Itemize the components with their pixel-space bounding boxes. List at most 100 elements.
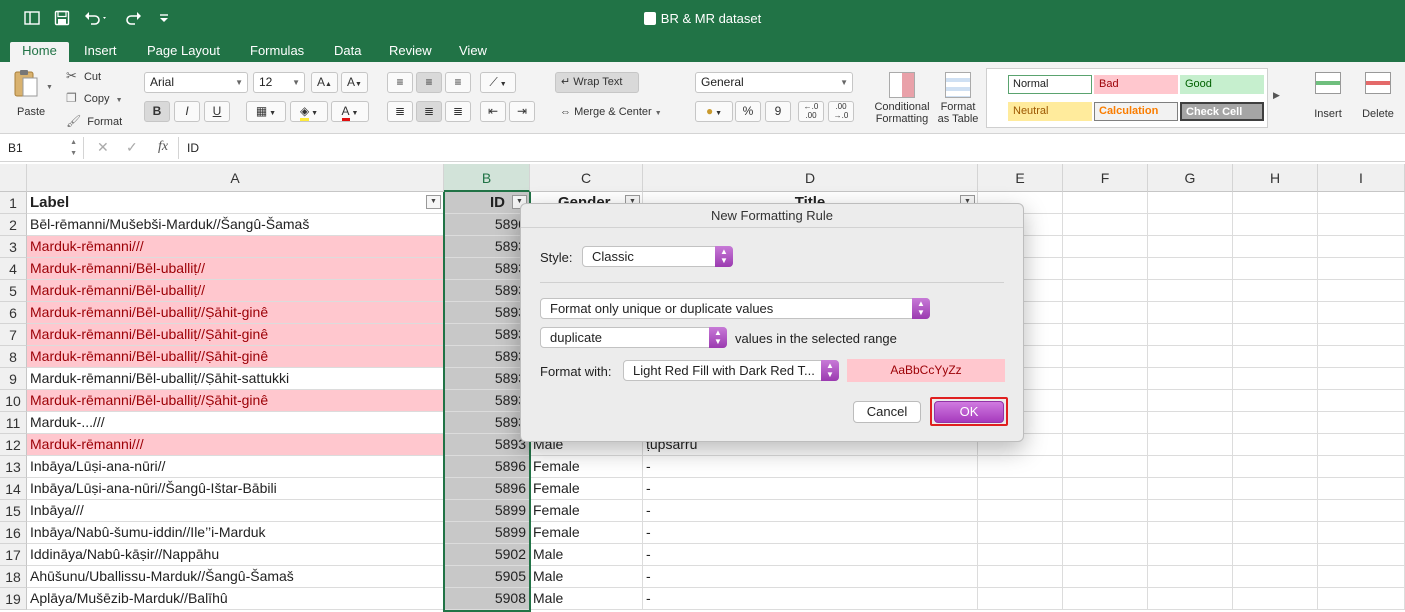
- cell[interactable]: [1233, 456, 1318, 478]
- name-box-stepper-icon[interactable]: ▲ ▼: [70, 137, 77, 159]
- format-as-table-button[interactable]: Format as Table: [936, 72, 980, 125]
- cell-gender[interactable]: Male: [530, 544, 643, 566]
- cell[interactable]: [1233, 522, 1318, 544]
- cell[interactable]: [1148, 214, 1233, 236]
- italic-button[interactable]: I: [174, 101, 200, 122]
- cell[interactable]: [1233, 214, 1318, 236]
- cell[interactable]: [1233, 324, 1318, 346]
- align-right-button[interactable]: ≣: [445, 101, 471, 122]
- insert-cells-button[interactable]: Insert: [1306, 72, 1350, 120]
- cell[interactable]: [1063, 302, 1148, 324]
- format-painter-button[interactable]: 🖌 Format: [66, 114, 122, 128]
- paste-button[interactable]: Paste: [12, 68, 45, 118]
- style-calculation[interactable]: Calculation: [1094, 102, 1178, 121]
- cell-id[interactable]: 5896: [444, 478, 530, 500]
- row-header[interactable]: 13: [0, 456, 27, 478]
- cell[interactable]: [1063, 236, 1148, 258]
- cell[interactable]: [1318, 566, 1405, 588]
- cell[interactable]: [1148, 324, 1233, 346]
- cell[interactable]: [1233, 346, 1318, 368]
- name-box[interactable]: B1 ▲ ▼: [0, 137, 84, 159]
- row-header[interactable]: 17: [0, 544, 27, 566]
- cell-label[interactable]: Bēl-rēmanni/Mušebši-Marduk//Šangû-Šamaš: [27, 214, 444, 236]
- cell[interactable]: [978, 500, 1063, 522]
- comma-style-button[interactable]: 9: [765, 101, 791, 122]
- cell-label[interactable]: Marduk-rēmanni/Bēl-uballiṭ//Ṣāhit-ginê: [27, 302, 444, 324]
- cell[interactable]: [1233, 412, 1318, 434]
- number-format-select[interactable]: General ▼: [695, 72, 853, 93]
- increase-indent-button[interactable]: ⇥: [509, 101, 535, 122]
- column-header-i[interactable]: I: [1318, 164, 1405, 192]
- cell[interactable]: [1063, 390, 1148, 412]
- cell-gender[interactable]: Female: [530, 456, 643, 478]
- cell-title[interactable]: -: [643, 500, 978, 522]
- underline-button[interactable]: U: [204, 101, 230, 122]
- column-header-e[interactable]: E: [978, 164, 1063, 192]
- cell-label[interactable]: Marduk-rēmanni///: [27, 236, 444, 258]
- cell-label[interactable]: Inbāya/Nabû-šumu-iddin//Ile’’i-Marduk: [27, 522, 444, 544]
- cell[interactable]: [1063, 368, 1148, 390]
- style-good[interactable]: Good: [1180, 75, 1264, 94]
- styles-more-icon[interactable]: ▶: [1273, 90, 1280, 101]
- cell-title[interactable]: -: [643, 588, 978, 610]
- filter-dropdown-icon[interactable]: ▼: [426, 195, 441, 209]
- cell[interactable]: [978, 522, 1063, 544]
- cell[interactable]: [1063, 566, 1148, 588]
- cell-id[interactable]: 5893: [444, 324, 530, 346]
- cell-id[interactable]: 5890: [444, 214, 530, 236]
- tab-review[interactable]: Review: [389, 42, 432, 62]
- formula-input[interactable]: ID: [178, 137, 1398, 159]
- cell-label[interactable]: Aplāya/Mušēzib-Marduk//Balīhû: [27, 588, 444, 610]
- row-header[interactable]: 18: [0, 566, 27, 588]
- delete-cells-button[interactable]: Delete: [1356, 72, 1400, 120]
- cell-label[interactable]: Marduk-rēmanni/Bēl-uballiṭ//Ṣāhit-sattuk…: [27, 368, 444, 390]
- cell-id[interactable]: 5893: [444, 412, 530, 434]
- cell[interactable]: [1233, 258, 1318, 280]
- select-all-corner[interactable]: [0, 164, 27, 192]
- cell[interactable]: [1063, 434, 1148, 456]
- cell-label[interactable]: Ahūšunu/Uballissu-Marduk//Šangû-Šamaš: [27, 566, 444, 588]
- cell[interactable]: [1148, 500, 1233, 522]
- cell[interactable]: [1063, 324, 1148, 346]
- row-header[interactable]: 16: [0, 522, 27, 544]
- cell[interactable]: [1148, 456, 1233, 478]
- cell-title[interactable]: -: [643, 478, 978, 500]
- align-bottom-button[interactable]: ≡: [445, 72, 471, 93]
- cell[interactable]: [1063, 192, 1148, 214]
- cell-id[interactable]: 5893: [444, 346, 530, 368]
- cell-id[interactable]: 5893: [444, 236, 530, 258]
- cell-label[interactable]: Marduk-rēmanni/Bēl-uballiṭ//Ṣāhit-ginê: [27, 346, 444, 368]
- align-left-button[interactable]: ≣: [387, 101, 413, 122]
- increase-font-size-button[interactable]: A▲: [311, 72, 338, 93]
- row-header[interactable]: 12: [0, 434, 27, 456]
- row-header[interactable]: 1: [0, 192, 27, 214]
- accounting-format-button[interactable]: ● ▼: [695, 101, 733, 122]
- cell[interactable]: [1148, 522, 1233, 544]
- tab-view[interactable]: View: [459, 42, 487, 62]
- style-bad[interactable]: Bad: [1094, 75, 1178, 94]
- paste-dropdown-icon[interactable]: ▼: [46, 84, 53, 91]
- copy-dropdown-icon[interactable]: ▼: [116, 97, 123, 104]
- row-header[interactable]: 15: [0, 500, 27, 522]
- cell-label[interactable]: Marduk-rēmanni/Bēl-uballiṭ//: [27, 258, 444, 280]
- cell[interactable]: [1233, 566, 1318, 588]
- confirm-entry-icon[interactable]: ✓: [126, 139, 138, 156]
- bold-button[interactable]: B: [144, 101, 170, 122]
- cell-label[interactable]: Inbāya/Lūṣi-ana-nūri//: [27, 456, 444, 478]
- cell[interactable]: [1233, 302, 1318, 324]
- cell[interactable]: [978, 456, 1063, 478]
- cell[interactable]: [1063, 346, 1148, 368]
- row-header[interactable]: 7: [0, 324, 27, 346]
- cell[interactable]: [1233, 280, 1318, 302]
- column-header-g[interactable]: G: [1148, 164, 1233, 192]
- cell-label[interactable]: Iddināya/Nabû-kāṣir//Nappāhu: [27, 544, 444, 566]
- cell-gender[interactable]: Male: [530, 588, 643, 610]
- decrease-indent-button[interactable]: ⇤: [480, 101, 506, 122]
- cell-id[interactable]: 5899: [444, 500, 530, 522]
- table-header-id[interactable]: ID ▼: [444, 192, 530, 214]
- cell[interactable]: [1148, 478, 1233, 500]
- cell[interactable]: [1063, 280, 1148, 302]
- column-header-b[interactable]: B: [444, 164, 530, 192]
- style-neutral[interactable]: Neutral: [1008, 102, 1092, 121]
- row-header[interactable]: 14: [0, 478, 27, 500]
